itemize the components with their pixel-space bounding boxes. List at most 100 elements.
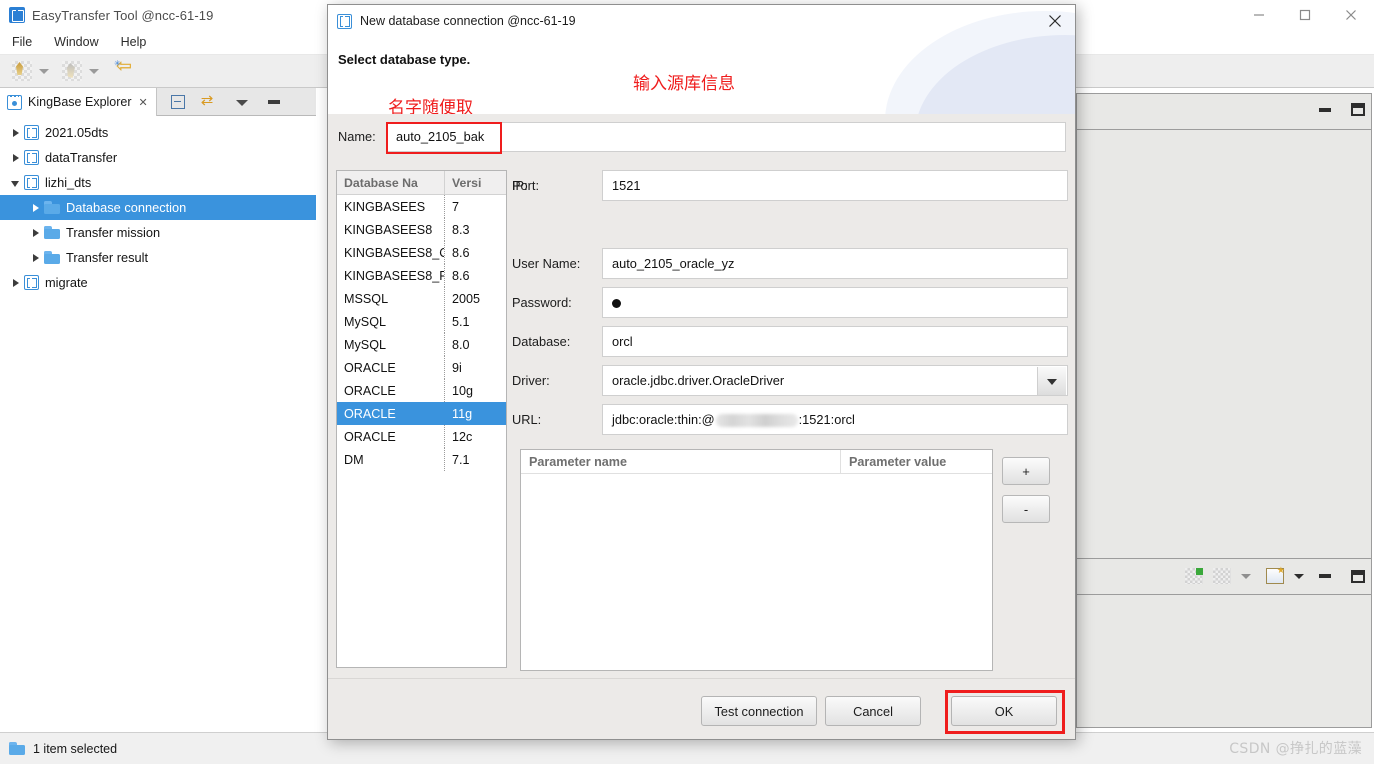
folder-icon [44, 251, 60, 264]
url-input[interactable]: jdbc:oracle:thin:@:1521:orcl [602, 404, 1068, 435]
parameter-table-header: Parameter name Parameter value [521, 450, 992, 474]
url-prefix: jdbc:oracle:thin:@ [612, 412, 715, 427]
link-with-editor-icon[interactable] [201, 93, 218, 109]
chevron-right-icon[interactable] [28, 200, 44, 216]
tab-kingbase-explorer[interactable]: KingBase Explorer ✕ [0, 88, 157, 116]
menu-item-help[interactable]: Help [111, 32, 157, 52]
tree-item-label: Transfer result [66, 250, 149, 265]
tree-item-label: Transfer mission [66, 225, 161, 240]
view-menu-icon[interactable] [235, 96, 248, 108]
tree-item-database-connection[interactable]: Database connection [0, 195, 316, 220]
cell-version: 11g [452, 406, 473, 421]
password-input[interactable] [602, 287, 1068, 318]
cell-database-name: KINGBASEES8 [337, 218, 445, 241]
minimize-icon[interactable] [1319, 107, 1331, 112]
table-row[interactable]: KINGBASEES8 8.3 [337, 218, 506, 241]
tree-item-label: migrate [45, 275, 88, 290]
new-mission-icon[interactable] [62, 61, 82, 81]
minimize-button[interactable] [1236, 0, 1282, 30]
chevron-down-icon[interactable] [1241, 571, 1252, 582]
editor-panel-top-body [1076, 130, 1372, 570]
ok-button[interactable]: OK [951, 696, 1057, 726]
port-input[interactable]: 1521 [602, 170, 1068, 201]
tree-item-transfer-result[interactable]: Transfer result [0, 245, 316, 270]
cell-version: 9i [452, 360, 462, 375]
tree-item-lizhi-dts[interactable]: lizhi_dts [0, 170, 316, 195]
table-row-selected[interactable]: ORACLE 11g [337, 402, 506, 425]
dialog-header: New database connection @ncc-61-19 Selec… [328, 5, 1075, 114]
maximize-icon[interactable] [1351, 569, 1365, 583]
minimize-icon[interactable] [267, 99, 280, 104]
tree-item-datatransfer[interactable]: dataTransfer [0, 145, 316, 170]
chevron-right-icon[interactable] [8, 125, 24, 141]
database-input[interactable]: orcl [602, 326, 1068, 357]
database-type-table[interactable]: Database Na Versi KINGBASEES 7 KINGBASEE… [336, 170, 507, 668]
folder-icon [44, 201, 60, 214]
table-row[interactable]: KINGBASEES8_F 8.6 [337, 264, 506, 287]
table-row[interactable]: MySQL 8.0 [337, 333, 506, 356]
chevron-right-icon[interactable] [8, 275, 24, 291]
name-input[interactable]: auto_2105_bak [386, 122, 1066, 152]
field-row-port: Port: 1521 [512, 170, 1068, 203]
table-row[interactable]: ORACLE 10g [337, 379, 506, 402]
field-row-password: Password: [512, 287, 1068, 320]
chevron-down-icon[interactable] [8, 175, 24, 191]
new-connection-icon[interactable] [12, 61, 32, 81]
chevron-down-icon[interactable] [39, 66, 50, 77]
table-row[interactable]: ORACLE 9i [337, 356, 506, 379]
back-arrow-icon[interactable] [114, 57, 138, 80]
minimize-icon[interactable] [1319, 574, 1331, 578]
chevron-down-icon[interactable] [89, 66, 100, 77]
menu-item-file[interactable]: File [2, 32, 42, 52]
table-row[interactable]: MySQL 5.1 [337, 310, 506, 333]
new-document-icon[interactable] [1266, 565, 1285, 584]
remove-parameter-button[interactable]: - [1002, 495, 1050, 523]
source-info-annotation: 输入源库信息 [633, 74, 735, 94]
app-logo-icon [9, 7, 25, 23]
collapse-all-icon[interactable] [170, 94, 185, 109]
status-text: 1 item selected [33, 741, 118, 756]
chevron-right-icon[interactable] [8, 150, 24, 166]
editor-panel-top-header [1076, 93, 1372, 130]
table-row[interactable]: DM 7.1 [337, 448, 506, 471]
cell-version: 8.3 [452, 222, 470, 237]
column-header-database-name[interactable]: Database Na [337, 171, 445, 194]
cell-database-name: KINGBASEES8_C [337, 241, 445, 264]
column-header-parameter-name[interactable]: Parameter name [521, 450, 841, 473]
password-dot [612, 299, 621, 309]
column-header-parameter-value[interactable]: Parameter value [841, 450, 992, 473]
table-row[interactable]: KINGBASEES 7 [337, 195, 506, 218]
dialog-title-bar: New database connection @ncc-61-19 [328, 5, 1075, 37]
maximize-icon[interactable] [1351, 103, 1365, 116]
tree-item-2021-05dts[interactable]: 2021.05dts [0, 120, 316, 145]
close-icon[interactable]: ✕ [139, 96, 148, 109]
close-button[interactable] [1328, 0, 1374, 30]
tree-item-transfer-mission[interactable]: Transfer mission [0, 220, 316, 245]
parameter-table[interactable]: Parameter name Parameter value [520, 449, 993, 671]
table-row[interactable]: MSSQL 2005 [337, 287, 506, 310]
run-icon[interactable] [1185, 568, 1203, 584]
column-header-version[interactable]: Versi [445, 171, 506, 194]
cell-version: 2005 [452, 291, 481, 306]
driver-combobox[interactable]: oracle.jdbc.driver.OracleDriver [602, 365, 1068, 396]
maximize-button[interactable] [1282, 0, 1328, 30]
menu-item-window[interactable]: Window [44, 32, 108, 52]
project-icon [24, 275, 39, 290]
chevron-right-icon[interactable] [28, 225, 44, 241]
username-input[interactable]: auto_2105_oracle_yz [602, 248, 1068, 279]
chevron-down-icon[interactable] [1294, 571, 1305, 582]
view-tab-bar: KingBase Explorer ✕ [0, 88, 316, 116]
chevron-right-icon[interactable] [28, 250, 44, 266]
tree-item-migrate[interactable]: migrate [0, 270, 316, 295]
cell-version: 7.1 [452, 452, 470, 467]
chevron-down-icon[interactable] [1037, 367, 1066, 395]
application-window: EasyTransfer Tool @ncc-61-19 File Window… [0, 0, 1374, 764]
dialog-subtitle: Select database type. [338, 52, 471, 67]
test-connection-button[interactable]: Test connection [701, 696, 817, 726]
add-parameter-button[interactable]: + [1002, 457, 1050, 485]
stop-icon[interactable] [1213, 568, 1231, 584]
table-row[interactable]: KINGBASEES8_C 8.6 [337, 241, 506, 264]
cancel-button[interactable]: Cancel [825, 696, 921, 726]
dialog-close-button[interactable] [1039, 7, 1071, 35]
table-row[interactable]: ORACLE 12c [337, 425, 506, 448]
